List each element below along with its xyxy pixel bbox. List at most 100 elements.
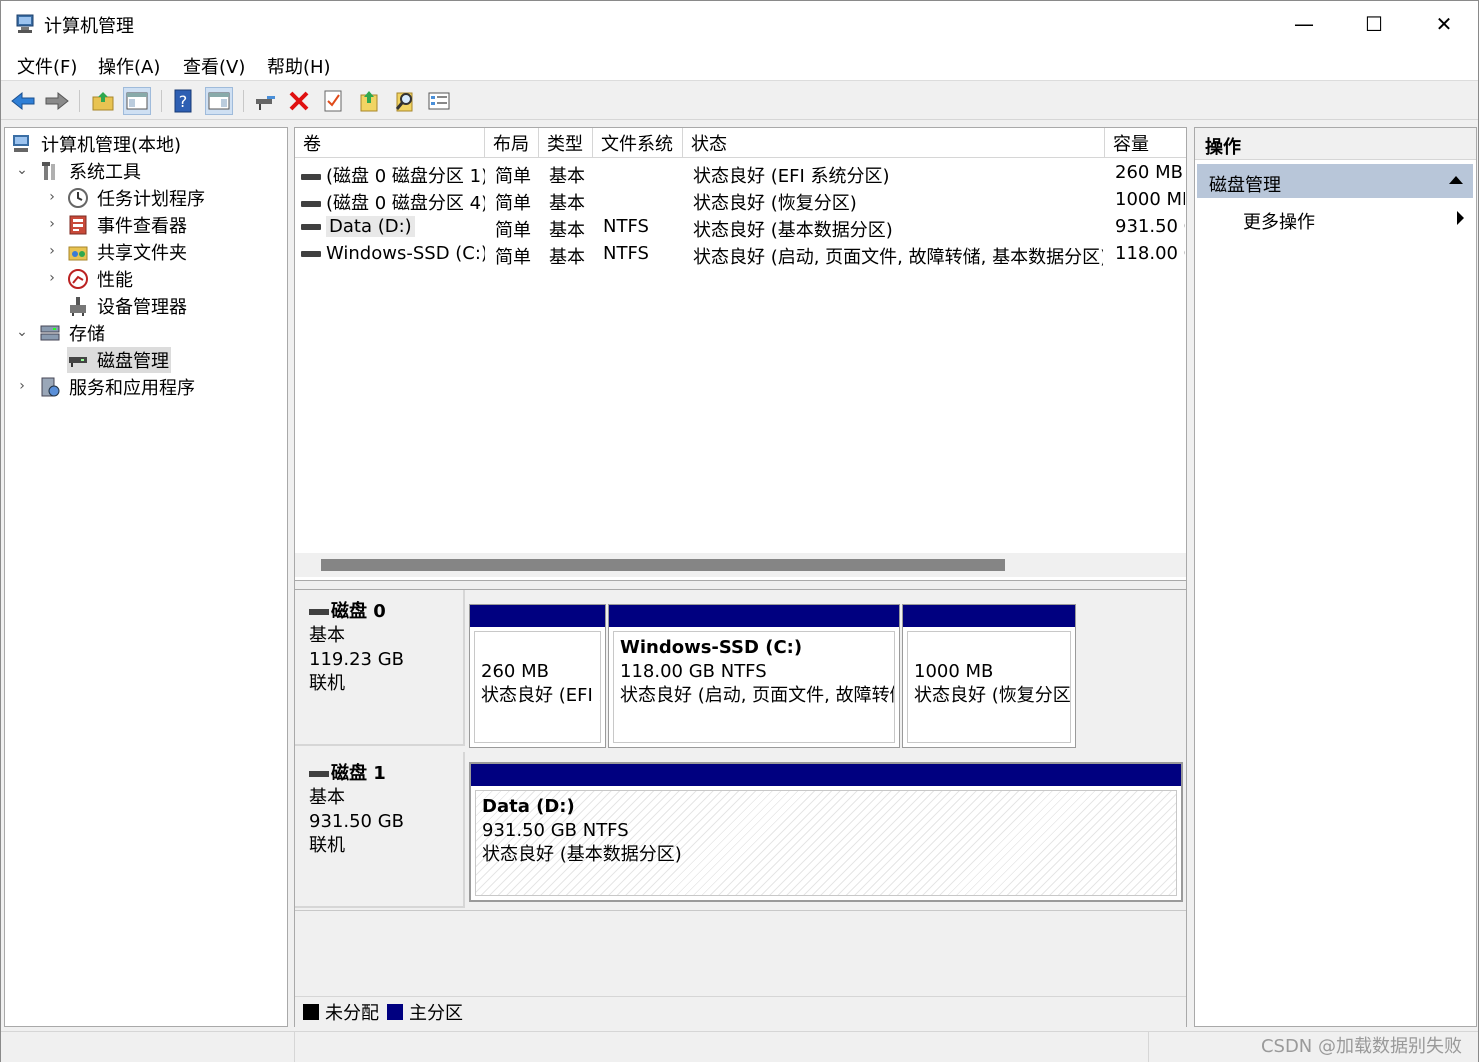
watermark: CSDN @加载数据别失败 [1260, 1036, 1462, 1057]
capacity-cell: 260 MB [1115, 162, 1183, 183]
partition-header [470, 605, 605, 627]
tree-item-computer-management[interactable]: 计算机管理(本地) [11, 131, 183, 157]
menu-file[interactable]: 文件(F) [17, 53, 77, 79]
type-cell: 基本 [549, 247, 585, 268]
delete-icon[interactable] [285, 87, 313, 115]
table-row[interactable]: (磁盘 0 磁盘分区 1) 简单 基本 状态良好 (EFI 系统分区) 260 … [295, 160, 1186, 187]
tree-item-storage[interactable]: 存储 [39, 320, 107, 346]
menu-help[interactable]: 帮助(H) [267, 53, 331, 79]
submenu-arrow-icon[interactable] [1457, 211, 1464, 225]
legend-swatch [387, 1003, 403, 1020]
partition-windows-ssd[interactable]: Windows-SSD (C:) 118.00 GB NTFS 状态良好 (启动… [608, 604, 900, 748]
up-folder-icon[interactable] [89, 87, 117, 115]
minimize-icon: — [1294, 12, 1314, 36]
table-row[interactable]: Windows-SSD (C:) 简单 基本 NTFS 状态良好 (启动, 页面… [295, 241, 1186, 268]
collapsed-chevron-icon[interactable]: › [45, 270, 59, 286]
disk-1-info[interactable]: 磁盘 1 基本 931.50 GB 联机 [295, 752, 465, 908]
collapsed-chevron-icon[interactable]: › [15, 378, 29, 394]
column-header-status[interactable]: 状态 [683, 128, 1105, 158]
disk-title: 磁盘 0 [309, 600, 463, 624]
tree-item-disk-management[interactable]: 磁盘管理 [67, 347, 171, 373]
disk-0-info[interactable]: 磁盘 0 基本 119.23 GB 联机 [295, 590, 465, 746]
tree-item-device-manager[interactable]: 设备管理器 [67, 293, 189, 319]
partition-name: Windows-SSD (C:) [620, 637, 803, 658]
tree-label: 系统工具 [69, 162, 141, 183]
column-header-filesystem[interactable]: 文件系统 [593, 128, 683, 158]
partition-recovery[interactable]: 1000 MB 状态良好 (恢复分区) [902, 604, 1076, 748]
connect-icon[interactable] [251, 87, 279, 115]
partition-data[interactable]: Data (D:) 931.50 GB NTFS 状态良好 (基本数据分区) [469, 762, 1183, 902]
divider [295, 910, 1186, 911]
collapsed-chevron-icon[interactable]: › [45, 216, 59, 232]
partition-header [471, 764, 1181, 786]
toolbar: ? [1, 82, 1478, 120]
minimize-button[interactable]: — [1269, 1, 1339, 47]
tree-label: 存储 [69, 324, 105, 345]
partition-status: 状态良好 (恢复分区) [914, 685, 1071, 706]
collapsed-chevron-icon[interactable]: › [45, 243, 59, 259]
status-cell: 状态良好 (恢复分区) [693, 193, 857, 214]
computer-management-icon [16, 14, 34, 33]
tree-label: 共享文件夹 [97, 243, 187, 264]
details-view-icon[interactable] [425, 87, 453, 115]
import-icon[interactable] [355, 87, 383, 115]
volume-name: Windows-SSD (C:) [326, 243, 485, 264]
more-actions-item[interactable]: 更多操作 [1243, 208, 1315, 234]
collapsed-chevron-icon[interactable]: › [45, 189, 59, 205]
tree-item-performance[interactable]: 性能 [67, 266, 135, 292]
back-arrow-icon[interactable] [9, 87, 37, 115]
help-icon[interactable]: ? [169, 87, 197, 115]
column-header-capacity[interactable]: 容量 [1105, 128, 1187, 158]
column-header-type[interactable]: 类型 [539, 128, 593, 158]
tree-item-shared-folders[interactable]: 共享文件夹 [67, 239, 189, 265]
tree-item-task-scheduler[interactable]: 任务计划程序 [67, 185, 207, 211]
close-button[interactable]: ✕ [1409, 1, 1479, 47]
actions-section-disk-management[interactable]: 磁盘管理 [1197, 164, 1473, 198]
show-hide-console-tree-icon[interactable] [123, 87, 151, 115]
status-cell: 状态良好 (启动, 页面文件, 故障转储, 基本数据分区) [693, 247, 1103, 268]
menu-action[interactable]: 操作(A) [98, 53, 160, 79]
volume-list-header: 卷 布局 类型 文件系统 状态 容量 [295, 128, 1186, 158]
table-row[interactable]: Data (D:) 简单 基本 NTFS 状态良好 (基本数据分区) 931.5… [295, 214, 1186, 241]
search-icon[interactable] [391, 87, 419, 115]
filesystem-cell: NTFS [603, 216, 649, 237]
expanded-chevron-icon[interactable]: ⌄ [15, 324, 29, 340]
svg-text:?: ? [179, 92, 188, 111]
show-hide-action-pane-icon[interactable] [205, 87, 233, 115]
partition-size: 118.00 GB NTFS [620, 661, 767, 682]
partition-size: 1000 MB [914, 661, 994, 682]
column-header-volume[interactable]: 卷 [295, 128, 485, 158]
capacity-cell: 931.50 GB [1115, 216, 1185, 237]
partition-efi[interactable]: 260 MB 状态良好 (EFI 系统分区) [469, 604, 606, 748]
scrollbar-thumb[interactable] [321, 559, 1005, 571]
disk-management-pane: 卷 布局 类型 文件系统 状态 容量 (磁盘 0 磁盘分区 1) 简单 基本 状… [294, 127, 1187, 1028]
tree-item-services-and-applications[interactable]: 服务和应用程序 [39, 374, 197, 400]
tree-item-event-viewer[interactable]: 事件查看器 [67, 212, 189, 238]
performance-icon [68, 269, 88, 289]
horizontal-scrollbar[interactable] [295, 553, 1186, 577]
volume-name: (磁盘 0 磁盘分区 4) [326, 193, 485, 214]
volume-cell: Windows-SSD (C:) [301, 243, 485, 264]
status-cell: 状态良好 (基本数据分区) [693, 220, 893, 241]
volume-name: Data (D:) [326, 216, 415, 237]
legend-primary-partition: 主分区 [387, 999, 463, 1025]
partition-name [914, 636, 1064, 660]
filesystem-cell: NTFS [603, 243, 649, 264]
tree-item-system-tools[interactable]: 系统工具 [39, 158, 143, 184]
device-manager-icon [70, 297, 86, 316]
table-row[interactable]: (磁盘 0 磁盘分区 4) 简单 基本 状态良好 (恢复分区) 1000 MB [295, 187, 1186, 214]
disk-type: 基本 [309, 787, 345, 808]
disk-name: 磁盘 0 [331, 601, 386, 622]
volume-cell: Data (D:) [301, 216, 485, 237]
forward-arrow-icon[interactable] [43, 87, 71, 115]
maximize-icon: ☐ [1365, 12, 1383, 36]
tree-label: 性能 [97, 270, 133, 291]
pane-splitter[interactable] [295, 580, 1186, 590]
collapse-up-icon[interactable] [1449, 176, 1463, 184]
expanded-chevron-icon[interactable]: ⌄ [15, 162, 29, 178]
column-header-layout[interactable]: 布局 [485, 128, 539, 158]
type-cell: 基本 [549, 193, 585, 214]
menu-view[interactable]: 查看(V) [183, 53, 245, 79]
properties-icon[interactable] [319, 87, 347, 115]
maximize-button[interactable]: ☐ [1339, 1, 1409, 47]
